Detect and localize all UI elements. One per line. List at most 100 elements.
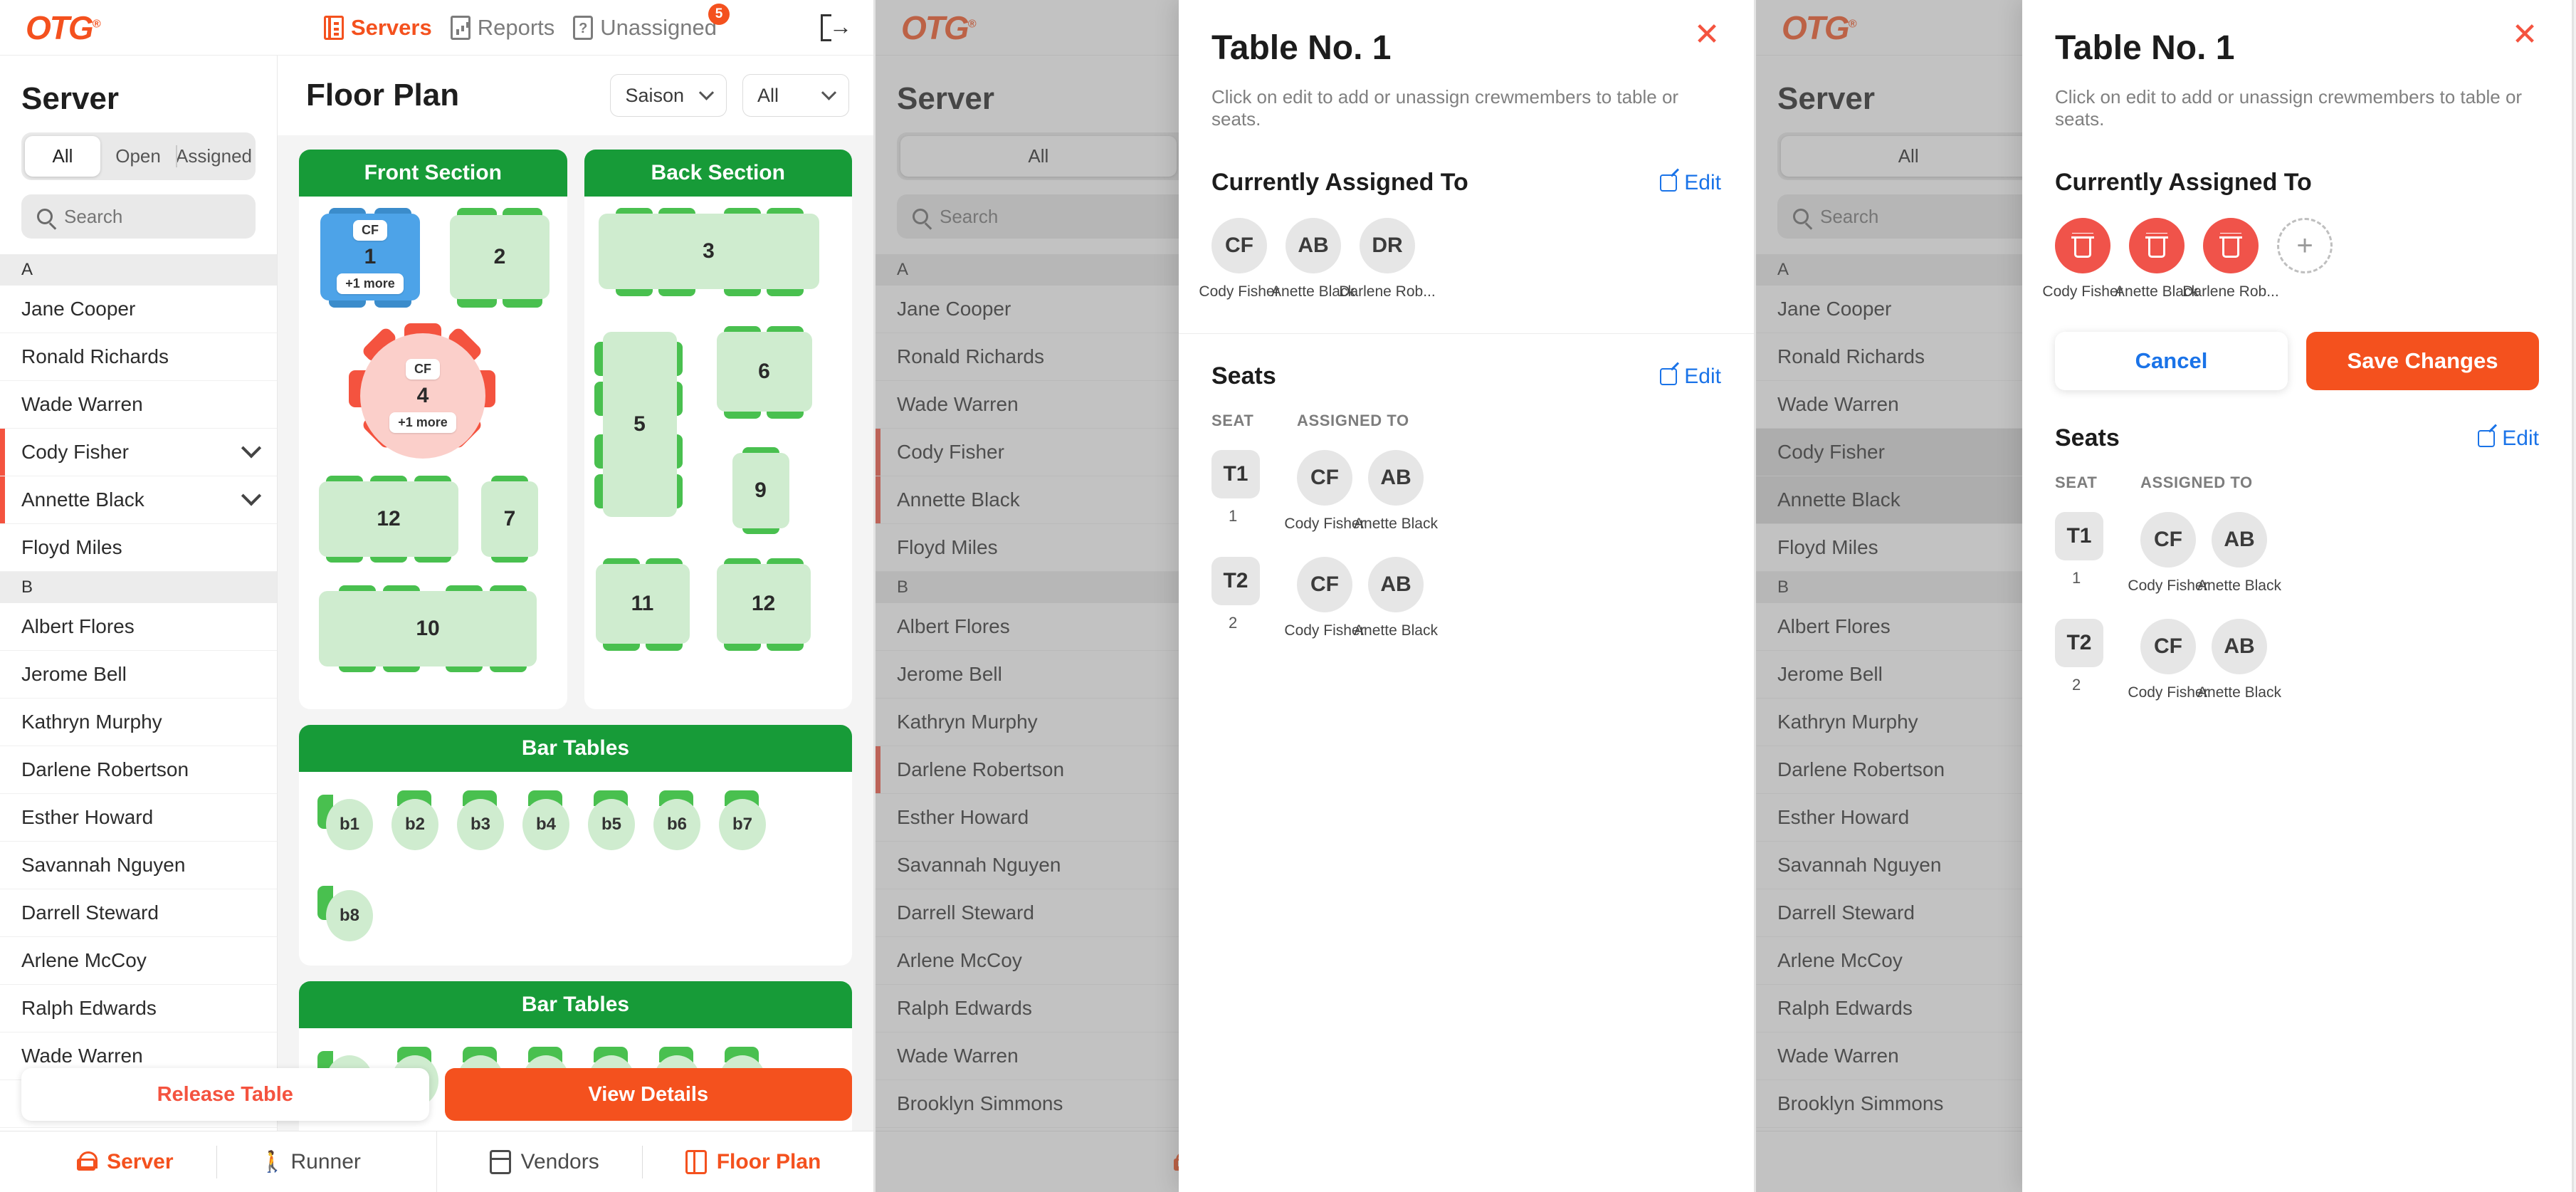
- table-12-front[interactable]: 12: [319, 481, 458, 557]
- bar-seat[interactable]: b4: [517, 790, 569, 850]
- avatar[interactable]: AB Anette Black: [1354, 557, 1438, 639]
- tab-server[interactable]: Server: [75, 1150, 174, 1174]
- chevron-down-icon[interactable]: [241, 438, 262, 459]
- avatar[interactable]: AB Anette Black: [1271, 218, 1355, 300]
- avatar-removable[interactable]: Cody Fisher: [2042, 218, 2123, 300]
- list-item[interactable]: Esther Howard: [0, 794, 277, 842]
- bar-seat[interactable]: b2: [386, 790, 438, 850]
- avatar[interactable]: DR Darlene Rob...: [1339, 218, 1436, 300]
- bar-seat[interactable]: b1: [317, 790, 373, 850]
- plus-icon[interactable]: +: [2277, 218, 2333, 273]
- status-select[interactable]: All: [742, 74, 849, 117]
- table-6[interactable]: 6: [716, 332, 812, 412]
- segment-open[interactable]: Open: [100, 136, 176, 177]
- table-edit-modal: ✕ Table No. 1 Click on edit to add or un…: [2022, 0, 2572, 1192]
- server-list[interactable]: A Jane Cooper Ronald Richards Wade Warre…: [0, 254, 277, 1192]
- remove-button[interactable]: [2129, 218, 2185, 273]
- table-9[interactable]: 9: [732, 453, 789, 528]
- table-10[interactable]: 10: [319, 591, 537, 666]
- nav-label: Reports: [477, 14, 555, 40]
- avatar-removable[interactable]: Darlene Rob...: [2182, 218, 2279, 300]
- avatar[interactable]: CF Cody Fisher: [1284, 557, 1365, 639]
- question-card-icon: [573, 15, 594, 40]
- list-item[interactable]: Wade Warren: [0, 381, 277, 429]
- seat-number: 2: [1229, 614, 1238, 632]
- remove-button[interactable]: [2055, 218, 2110, 273]
- list-item[interactable]: Darlene Robertson: [0, 746, 277, 794]
- bar-seat[interactable]: b3: [451, 790, 504, 850]
- list-item[interactable]: Ronald Richards: [0, 333, 277, 381]
- seats-table-header: SEAT ASSIGNED TO: [2055, 474, 2539, 492]
- table-7[interactable]: 7: [481, 481, 538, 557]
- seats-header-row: Seats Edit: [1211, 362, 1721, 390]
- list-item[interactable]: Kathryn Murphy: [0, 699, 277, 746]
- edit-assigned-button[interactable]: Edit: [1660, 171, 1721, 195]
- table-4[interactable]: CF 4 +1 more: [360, 333, 485, 459]
- view-details-button[interactable]: View Details: [444, 1068, 852, 1121]
- logout-icon[interactable]: [821, 11, 852, 42]
- server-name: Esther Howard: [21, 806, 154, 828]
- venue-select[interactable]: Saison: [610, 74, 727, 117]
- avatar[interactable]: CF Cody Fisher: [2128, 512, 2209, 595]
- avatar[interactable]: AB Anette Black: [2197, 619, 2281, 701]
- list-item[interactable]: Ralph Edwards: [0, 985, 277, 1032]
- bar-seat[interactable]: b8: [317, 882, 373, 941]
- search-input[interactable]: [64, 205, 240, 228]
- save-changes-button[interactable]: Save Changes: [2306, 332, 2539, 390]
- seat-code: T2: [1211, 557, 1260, 605]
- avatar[interactable]: CF Cody Fisher: [1199, 218, 1280, 300]
- table-detail-modal: ✕ Table No. 1 Click on edit to add or un…: [1179, 0, 1754, 1192]
- close-icon[interactable]: ✕: [1693, 19, 1721, 51]
- section-back-body: 3 5 6 9 11 12: [584, 197, 853, 709]
- list-item[interactable]: Floyd Miles: [0, 524, 277, 572]
- tab-runner[interactable]: Runner: [260, 1150, 361, 1174]
- table-11[interactable]: 11: [595, 564, 690, 644]
- table-12-back[interactable]: 12: [716, 564, 811, 644]
- bar-seat[interactable]: b5: [582, 790, 635, 850]
- tab-floorplan[interactable]: Floor Plan: [685, 1149, 821, 1174]
- server-name: Albert Flores: [21, 615, 135, 637]
- add-crewmember[interactable]: +: [2277, 218, 2333, 300]
- chevron-down-icon: [698, 85, 715, 100]
- bar-seat[interactable]: b7: [713, 790, 766, 850]
- list-item[interactable]: Jane Cooper: [0, 286, 277, 333]
- close-icon[interactable]: ✕: [2511, 19, 2539, 51]
- table-1[interactable]: CF 1 +1 more: [320, 214, 420, 300]
- avatar[interactable]: AB Anette Black: [2197, 512, 2281, 595]
- nav-item-unassigned[interactable]: Unassigned 5: [573, 3, 730, 41]
- avatar[interactable]: CF Cody Fisher: [1284, 450, 1365, 533]
- nav-item-reports[interactable]: Reports: [450, 14, 555, 41]
- bar-seat-label: b3: [457, 799, 504, 850]
- top-nav-items: Servers Reports Unassigned 5: [323, 3, 852, 42]
- chevron-down-icon[interactable]: [241, 486, 262, 506]
- server-search[interactable]: [21, 194, 256, 239]
- edit-seats-button[interactable]: Edit: [2478, 427, 2539, 451]
- release-table-button[interactable]: Release Table: [21, 1068, 429, 1121]
- table-5[interactable]: 5: [602, 332, 677, 517]
- list-item[interactable]: Arlene McCoy: [0, 937, 277, 985]
- list-item[interactable]: Annette Black: [0, 476, 277, 524]
- table-number: 12: [751, 592, 776, 615]
- avatar[interactable]: CF Cody Fisher: [2128, 619, 2209, 701]
- list-item[interactable]: Albert Flores: [0, 603, 277, 651]
- table-3[interactable]: 3: [598, 214, 819, 289]
- bar-section-1: Bar Tables b1 b2 b3 b4 b5 b6 b7 b8: [299, 725, 852, 966]
- table-2[interactable]: 2: [450, 215, 550, 299]
- bar-seat[interactable]: b6: [648, 790, 700, 850]
- tab-vendors[interactable]: Vendors: [489, 1149, 599, 1174]
- list-item[interactable]: Cody Fisher: [0, 429, 277, 476]
- avatar-removable[interactable]: Anette Black: [2115, 218, 2199, 300]
- pencil-icon: [2478, 429, 2496, 447]
- list-item[interactable]: Savannah Nguyen: [0, 842, 277, 889]
- edit-seats-button[interactable]: Edit: [1660, 365, 1721, 389]
- list-item[interactable]: Jerome Bell: [0, 651, 277, 699]
- modal-subtitle: Click on edit to add or unassign crewmem…: [1211, 86, 1679, 130]
- segment-all[interactable]: All: [25, 136, 101, 177]
- list-item[interactable]: Darrell Steward: [0, 889, 277, 937]
- segment-assigned[interactable]: Assigned: [176, 136, 252, 177]
- alpha-header: B: [0, 572, 277, 603]
- avatar[interactable]: AB Anette Black: [1354, 450, 1438, 533]
- cancel-button[interactable]: Cancel: [2055, 332, 2288, 390]
- remove-button[interactable]: [2203, 218, 2259, 273]
- nav-item-servers[interactable]: Servers: [323, 15, 432, 41]
